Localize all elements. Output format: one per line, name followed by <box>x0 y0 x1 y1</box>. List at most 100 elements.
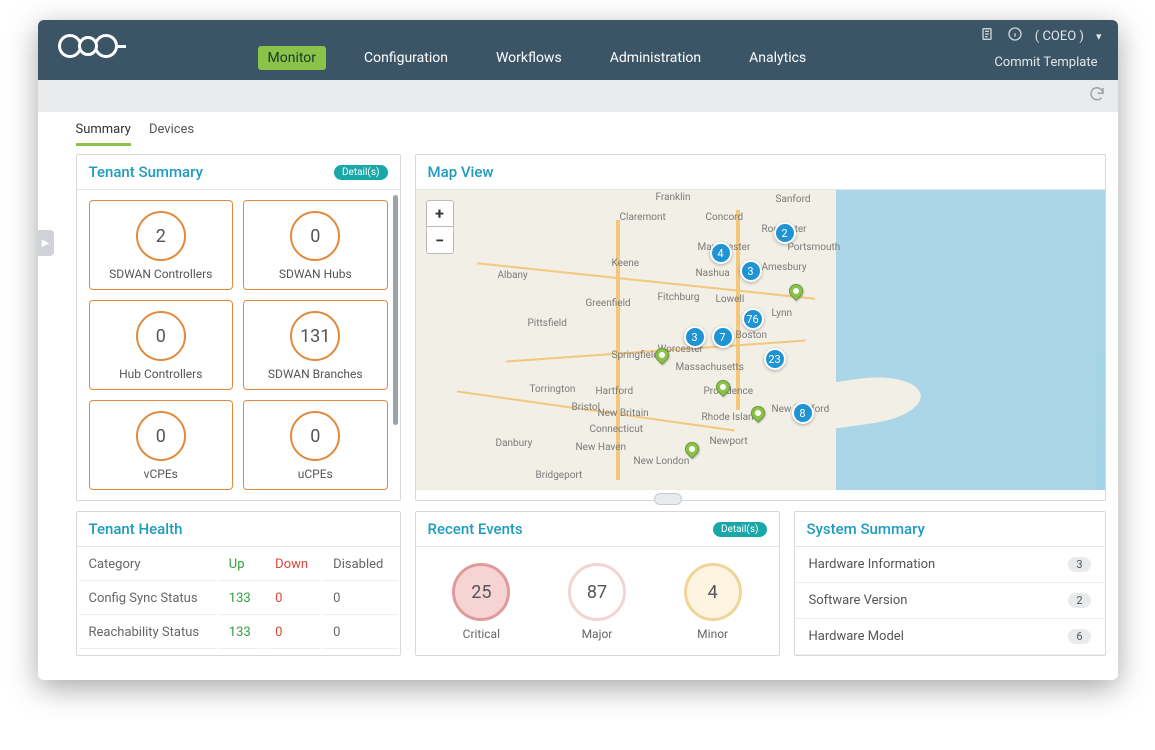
stat-label: vCPEs <box>96 467 227 481</box>
cell-disabled: 0 <box>323 583 397 615</box>
nav-workflows[interactable]: Workflows <box>486 46 572 70</box>
event-count: 4 <box>684 563 742 621</box>
col-category: Category <box>79 549 217 581</box>
map-city-label: Connecticut <box>590 424 644 435</box>
map-city-label: New Britain <box>598 408 649 419</box>
tenant-summary-card: Tenant Summary Detail(s) 2 SDWAN Control… <box>76 154 401 501</box>
tenant-summary-scrollbar[interactable] <box>393 195 398 425</box>
event-label: Major <box>568 627 626 641</box>
commit-template-link[interactable]: Commit Template <box>994 55 1097 70</box>
system-summary-title: System Summary <box>807 520 925 538</box>
subbar <box>38 80 1118 112</box>
info-icon[interactable] <box>1007 26 1023 46</box>
event-stat[interactable]: 4 Minor <box>684 563 742 641</box>
panel-resize-handle[interactable] <box>654 493 682 505</box>
map-city-label: Lowell <box>716 294 745 305</box>
map-city-label: Amesbury <box>762 262 807 273</box>
nav-monitor[interactable]: Monitor <box>258 46 327 70</box>
sys-row-badge: 2 <box>1068 593 1090 608</box>
event-stat[interactable]: 25 Critical <box>452 563 510 641</box>
map-cluster-marker[interactable]: 2 <box>774 222 796 244</box>
chevron-down-icon[interactable]: ▾ <box>1096 30 1102 43</box>
stat-label: Hub Controllers <box>96 367 227 381</box>
event-count: 25 <box>452 563 510 621</box>
system-summary-row[interactable]: Hardware Model 6 <box>795 619 1105 655</box>
tenant-summary-details-button[interactable]: Detail(s) <box>334 165 388 180</box>
stat-card[interactable]: 0 vCPEs <box>89 400 234 490</box>
map-city-label: Nashua <box>696 268 730 279</box>
event-label: Minor <box>684 627 742 641</box>
stat-value: 0 <box>290 211 340 261</box>
sys-row-badge: 6 <box>1068 629 1090 644</box>
system-summary-row[interactable]: Software Version 2 <box>795 583 1105 619</box>
nav-configuration[interactable]: Configuration <box>354 46 458 70</box>
tenant-health-title: Tenant Health <box>89 520 183 538</box>
clipboard-icon[interactable] <box>979 26 995 46</box>
map-city-label: Keene <box>612 258 640 269</box>
tab-devices[interactable]: Devices <box>149 122 194 146</box>
topbar-user-area: ( COEO ) ▾ <box>979 26 1102 46</box>
stat-card[interactable]: 131 SDWAN Branches <box>243 300 388 390</box>
map-city-label: Springfield <box>612 350 659 361</box>
map-city-label: Portsmouth <box>788 242 841 253</box>
page-tabs: Summary Devices <box>38 112 1118 146</box>
map-cluster-marker[interactable]: 7 <box>712 326 734 348</box>
table-row: Reachability Status 133 0 0 <box>79 617 398 649</box>
map-city-label: Greenfield <box>586 298 631 309</box>
topbar: Monitor Configuration Workflows Administ… <box>38 20 1118 80</box>
stat-card[interactable]: 2 SDWAN Controllers <box>89 200 234 290</box>
map-city-label: New London <box>634 456 690 467</box>
map-view-card: Map View + − FranklinSanfordConcordClare… <box>415 154 1106 501</box>
map-cluster-marker[interactable]: 4 <box>710 242 732 264</box>
stat-label: uCPEs <box>250 467 381 481</box>
event-stat[interactable]: 87 Major <box>568 563 626 641</box>
zoom-in-button[interactable]: + <box>427 201 453 227</box>
stat-label: SDWAN Branches <box>250 367 381 381</box>
stat-card[interactable]: 0 SDWAN Hubs <box>243 200 388 290</box>
col-down: Down <box>265 549 321 581</box>
system-summary-row[interactable]: Hardware Information 3 <box>795 547 1105 583</box>
tenant-name[interactable]: ( COEO ) <box>1035 29 1084 44</box>
map-cluster-marker[interactable]: 3 <box>684 326 706 348</box>
cell-category: Config Sync Status <box>79 583 217 615</box>
recent-events-details-button[interactable]: Detail(s) <box>713 522 767 537</box>
cell-category: Reachability Status <box>79 617 217 649</box>
tab-summary[interactable]: Summary <box>76 122 131 146</box>
col-up: Up <box>219 549 263 581</box>
event-count: 87 <box>568 563 626 621</box>
map-city-label: Albany <box>498 270 528 281</box>
sys-row-label: Software Version <box>809 593 908 608</box>
cell-down: 0 <box>265 617 321 649</box>
map-cluster-marker[interactable]: 3 <box>740 260 762 282</box>
stat-card[interactable]: 0 uCPEs <box>243 400 388 490</box>
map-cluster-marker[interactable]: 23 <box>764 348 786 370</box>
sys-row-label: Hardware Model <box>809 629 904 644</box>
map-city-label: Sanford <box>776 194 811 205</box>
refresh-icon[interactable] <box>1088 85 1106 107</box>
system-summary-card: System Summary Hardware Information 3Sof… <box>794 511 1106 656</box>
nav-administration[interactable]: Administration <box>600 46 711 70</box>
map-city-label: Boston <box>736 330 768 341</box>
map-city-label: Franklin <box>656 192 691 203</box>
map-canvas[interactable]: + − FranklinSanfordConcordClaremontRoche… <box>416 190 1105 490</box>
map-zoom-control: + − <box>426 200 454 254</box>
map-city-label: Newport <box>710 436 748 447</box>
sys-row-badge: 3 <box>1068 557 1090 572</box>
map-cluster-marker[interactable]: 76 <box>742 308 764 330</box>
nav-analytics[interactable]: Analytics <box>739 46 816 70</box>
main-nav: Monitor Configuration Workflows Administ… <box>258 46 817 80</box>
recent-events-card: Recent Events Detail(s) 25 Critical87 Ma… <box>415 511 780 656</box>
stat-value: 0 <box>136 411 186 461</box>
stat-value: 131 <box>290 311 340 361</box>
sys-row-label: Hardware Information <box>809 557 936 572</box>
map-city-label: Fitchburg <box>658 292 700 303</box>
map-city-label: Claremont <box>620 212 666 223</box>
zoom-out-button[interactable]: − <box>427 227 453 253</box>
stat-card[interactable]: 0 Hub Controllers <box>89 300 234 390</box>
map-city-label: Bristol <box>572 402 601 413</box>
stat-value: 0 <box>290 411 340 461</box>
stat-value: 2 <box>136 211 186 261</box>
col-disabled: Disabled <box>323 549 397 581</box>
map-city-label: Concord <box>706 212 744 223</box>
map-cluster-marker[interactable]: 8 <box>792 402 814 424</box>
